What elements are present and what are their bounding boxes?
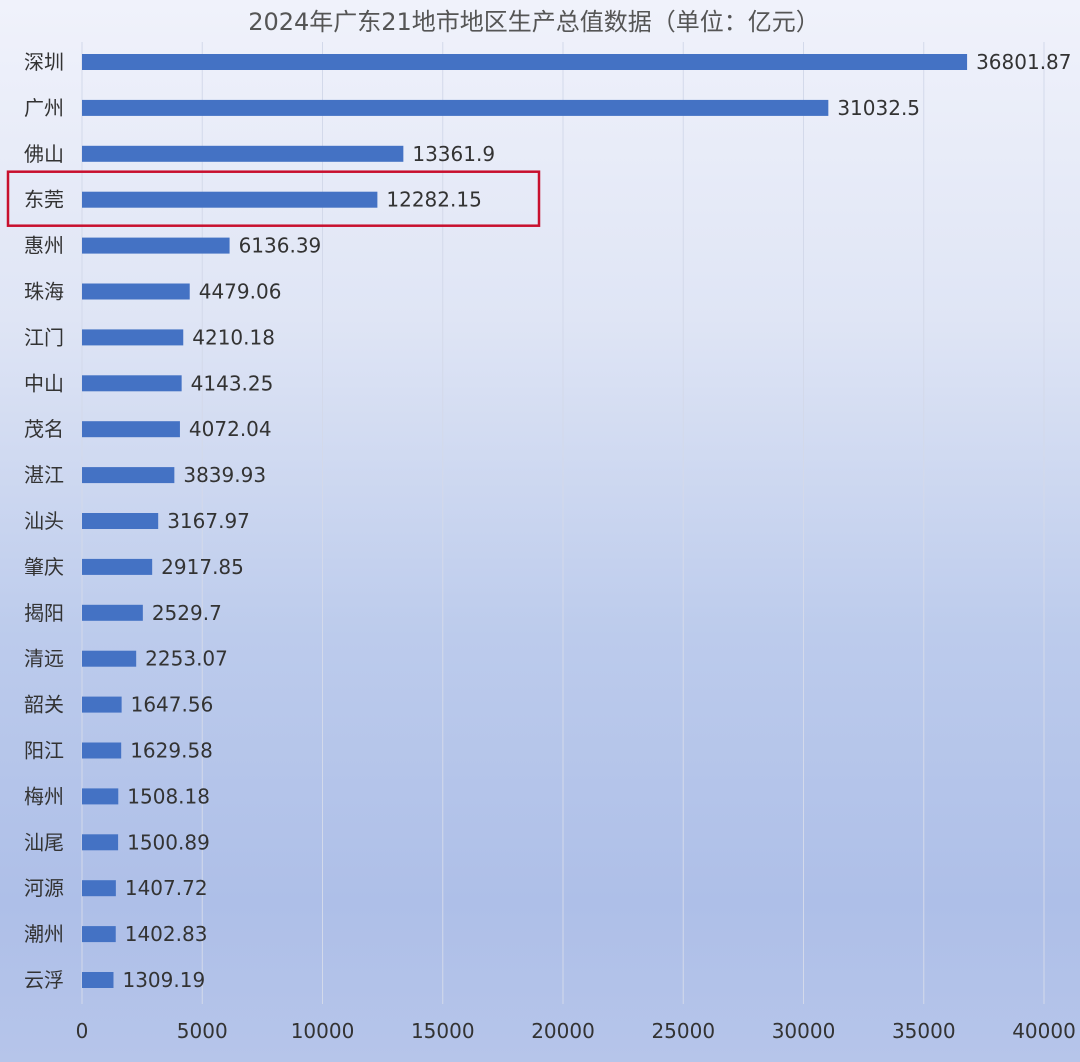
bar — [82, 880, 116, 897]
data-label: 13361.9 — [412, 142, 495, 166]
bar — [82, 788, 119, 805]
data-label: 2529.7 — [152, 601, 222, 625]
data-label: 3839.93 — [183, 463, 266, 487]
data-label: 1402.83 — [125, 922, 208, 946]
data-label: 1647.56 — [131, 693, 214, 717]
bar — [82, 513, 159, 529]
x-tick-label: 0 — [76, 1019, 89, 1043]
bar — [82, 54, 968, 70]
bar — [82, 375, 182, 392]
category-label: 韶关 — [24, 693, 64, 717]
data-label: 1508.18 — [127, 784, 210, 808]
category-label: 东莞 — [24, 188, 64, 212]
bar — [82, 191, 378, 208]
bar — [82, 329, 184, 346]
x-tick-label: 20000 — [531, 1019, 595, 1043]
data-label: 1629.58 — [130, 739, 213, 763]
bar — [82, 650, 137, 667]
bar — [82, 283, 190, 300]
bar — [82, 145, 404, 162]
bar — [82, 926, 116, 943]
x-tick-label: 10000 — [291, 1019, 355, 1043]
category-label: 河源 — [24, 876, 64, 900]
bar — [82, 237, 230, 254]
category-label: 清远 — [24, 647, 64, 671]
x-tick-label: 5000 — [177, 1019, 228, 1043]
data-label: 4072.04 — [189, 417, 272, 441]
chart-title: 2024年广东21地市地区生产总值数据（单位：亿元） — [248, 8, 820, 36]
x-tick-label: 15000 — [411, 1019, 475, 1043]
bar — [82, 972, 114, 988]
category-label: 中山 — [24, 371, 64, 395]
data-label: 3167.97 — [167, 509, 250, 533]
category-label: 云浮 — [24, 968, 64, 992]
category-label: 汕尾 — [24, 830, 64, 854]
data-label: 12282.15 — [386, 188, 481, 212]
x-tick-label: 40000 — [1012, 1019, 1076, 1043]
data-label: 1309.19 — [122, 968, 205, 992]
bar — [82, 604, 143, 621]
x-tick-label: 35000 — [892, 1019, 956, 1043]
label-layer: 深圳 36801.87 广州 31032.5 佛山 13361.9 东莞 12282.15 惠州… — [6, 50, 1072, 992]
data-label: 2253.07 — [145, 647, 228, 671]
category-label: 江门 — [24, 325, 64, 349]
bar — [82, 696, 122, 713]
bar — [82, 834, 119, 851]
category-label: 广州 — [24, 96, 64, 120]
x-tick-label: 30000 — [772, 1019, 836, 1043]
category-label: 珠海 — [24, 280, 64, 304]
category-label: 湛江 — [24, 463, 64, 487]
data-label: 4210.18 — [192, 325, 275, 349]
data-label: 4479.06 — [199, 280, 282, 304]
bar — [82, 467, 175, 484]
category-label: 潮州 — [24, 922, 64, 946]
x-axis-ticks: 0 5000 10000 15000 20000 25000 30000 35000 40000 — [76, 1019, 1076, 1043]
bar — [82, 742, 122, 759]
category-label: 深圳 — [24, 50, 64, 74]
category-label: 惠州 — [24, 234, 64, 258]
bar — [82, 99, 829, 116]
chart-container: 2024年广东21地市地区生产总值数据（单位：亿元） 深圳 36801.87 广州 3… — [0, 0, 1080, 1062]
category-label: 阳江 — [24, 739, 64, 763]
data-label: 31032.5 — [837, 96, 920, 120]
category-label: 茂名 — [24, 417, 64, 441]
data-label: 1500.89 — [127, 830, 210, 854]
data-label: 2917.85 — [161, 555, 244, 579]
bar-chart: 2024年广东21地市地区生产总值数据（单位：亿元） 深圳 36801.87 广州 3… — [6, 8, 1076, 1043]
category-label: 梅州 — [24, 784, 64, 808]
bar — [82, 421, 180, 438]
category-label: 汕头 — [24, 509, 64, 533]
category-label: 肇庆 — [24, 555, 64, 579]
data-label: 1407.72 — [125, 876, 208, 900]
data-label: 6136.39 — [239, 234, 322, 258]
category-label: 揭阳 — [24, 601, 64, 625]
x-tick-label: 25000 — [651, 1019, 715, 1043]
bar — [82, 558, 153, 575]
data-label: 36801.87 — [976, 50, 1071, 74]
category-label: 佛山 — [24, 142, 64, 166]
data-label: 4143.25 — [191, 371, 274, 395]
